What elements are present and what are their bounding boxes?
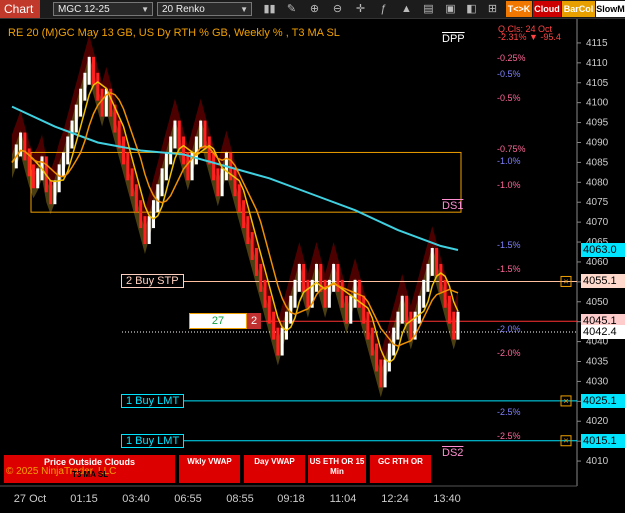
- properties-icon[interactable]: ▣: [442, 1, 459, 17]
- price-outside-clouds-button[interactable]: Price Outside Clouds © 2025 NinjaTrader,…: [4, 455, 175, 483]
- time-tick-label: 03:40: [122, 493, 150, 505]
- price-tick-label: 4090: [586, 137, 609, 148]
- templates-icon[interactable]: ▤: [420, 1, 437, 17]
- price-tick-label: 4050: [586, 297, 609, 308]
- pct-level-label: -1.5%: [497, 240, 521, 251]
- zoom-in-icon[interactable]: ⊕: [306, 1, 323, 17]
- toolbar: Chart MGC 12-25 ▼ 20 Renko ▼ ▮▮ ✎ ⊕ ⊖ ✛ …: [0, 0, 625, 19]
- price-tick-label: 4115: [586, 38, 608, 49]
- close-icon: ×: [563, 436, 568, 446]
- close-icon: ×: [563, 396, 568, 406]
- order-tag[interactable]: 2 Buy STP: [121, 274, 184, 289]
- trade-icon[interactable]: ◧: [463, 1, 480, 17]
- pivot-label: DPP: [442, 32, 465, 45]
- time-tick-label: 06:55: [174, 493, 202, 505]
- bars-icon[interactable]: ▮▮: [261, 1, 278, 17]
- price-tick-label: 4105: [586, 78, 609, 89]
- order-tag[interactable]: 1 Buy LMT: [121, 433, 185, 448]
- pct-level-label: -2.0%: [497, 347, 521, 358]
- chevron-down-icon: ▼: [240, 5, 248, 14]
- gc-rth-or-button[interactable]: GC RTH OR: [370, 455, 431, 483]
- crosshair-icon[interactable]: ✛: [352, 1, 369, 17]
- order-tag[interactable]: 1 Buy LMT: [121, 393, 185, 408]
- close-icon: ×: [563, 276, 568, 286]
- pct-level-label: -2.5%: [497, 407, 521, 418]
- price-tick-label: 4085: [586, 157, 609, 168]
- price-tick-label: 4035: [586, 357, 609, 368]
- pivot-label: DS2: [442, 447, 464, 460]
- indicators-icon[interactable]: ƒ: [375, 1, 392, 17]
- zoom-out-icon[interactable]: ⊖: [329, 1, 346, 17]
- time-tick-label: 12:24: [381, 493, 409, 505]
- attach-icon[interactable]: ⊞: [484, 1, 501, 17]
- price-badge: 4055.1: [581, 274, 625, 289]
- time-tick-label: 27 Oct: [14, 493, 46, 505]
- slowm-toggle-button[interactable]: SlowM: [596, 1, 625, 17]
- pct-level-label: -0.5%: [497, 68, 521, 79]
- chart-tab[interactable]: Chart: [0, 0, 40, 18]
- pct-level-label: -1.0%: [497, 180, 521, 191]
- pct-level-label: -1.5%: [497, 263, 521, 274]
- time-tick-label: 09:18: [277, 493, 305, 505]
- pct-level-label: -0.75%: [497, 144, 526, 155]
- daily-change-label: -2.31% ▼ -95.4: [498, 32, 561, 42]
- price-tick-label: 4100: [586, 98, 609, 109]
- price-tick-label: 4110: [586, 58, 608, 69]
- price-badge: 4042.4: [581, 325, 625, 340]
- price-tick-label: 4030: [586, 376, 609, 387]
- price-chart[interactable]: ×××4010401540204025403040354040404540504…: [0, 19, 625, 513]
- pct-level-label: -1.0%: [497, 156, 521, 167]
- bar-type-selector[interactable]: 20 Renko ▼: [157, 2, 252, 16]
- price-badge: 4025.1: [581, 393, 625, 408]
- supply-zone-box: [30, 151, 462, 213]
- price-tick-label: 4060: [586, 257, 609, 268]
- price-tick-label: 4070: [586, 217, 609, 228]
- position-quantity[interactable]: 27: [189, 313, 247, 330]
- time-tick-label: 08:55: [226, 493, 254, 505]
- wkly-vwap-button[interactable]: Wkly VWAP: [179, 455, 240, 483]
- tk-toggle-button[interactable]: T<>K: [506, 1, 532, 17]
- instrument-label: MGC 12-25: [58, 4, 110, 15]
- price-tick-label: 4095: [586, 118, 609, 129]
- t3-ma-label: T3 MA SL: [72, 470, 109, 479]
- chevron-down-icon: ▼: [141, 5, 149, 14]
- price-tick-label: 4075: [586, 197, 609, 208]
- chart-title: RE 20 (M)GC May 13 GB, US Dy RTH % GB, W…: [8, 27, 340, 39]
- price-tick-label: 4020: [586, 416, 609, 427]
- price-tick-label: 4010: [586, 456, 609, 467]
- position-side-badge[interactable]: 2: [247, 313, 261, 330]
- price-badge: 4015.1: [581, 433, 625, 448]
- strategy-icon[interactable]: ▲: [398, 1, 415, 17]
- us-eth-or-button[interactable]: US ETH OR 15 Min: [308, 455, 366, 483]
- price-tick-label: 4080: [586, 177, 609, 188]
- time-tick-label: 13:40: [433, 493, 461, 505]
- bar-type-label: 20 Renko: [162, 4, 205, 15]
- pct-level-label: -2.0%: [497, 323, 521, 334]
- pencil-icon[interactable]: ✎: [283, 1, 300, 17]
- instrument-selector[interactable]: MGC 12-25 ▼: [53, 2, 153, 16]
- pct-level-label: -0.25%: [497, 52, 526, 63]
- time-tick-label: 01:15: [70, 493, 98, 505]
- pivot-label: DS1: [442, 200, 464, 213]
- price-badge: 4063.0: [581, 243, 625, 257]
- time-tick-label: 11:04: [330, 493, 357, 505]
- day-vwap-button[interactable]: Day VWAP: [244, 455, 305, 483]
- cloud-toggle-button[interactable]: Cloud: [533, 1, 561, 17]
- barcol-toggle-button[interactable]: BarCol: [562, 1, 595, 17]
- pct-level-label: -2.5%: [497, 431, 521, 442]
- pct-level-label: -0.5%: [497, 92, 521, 103]
